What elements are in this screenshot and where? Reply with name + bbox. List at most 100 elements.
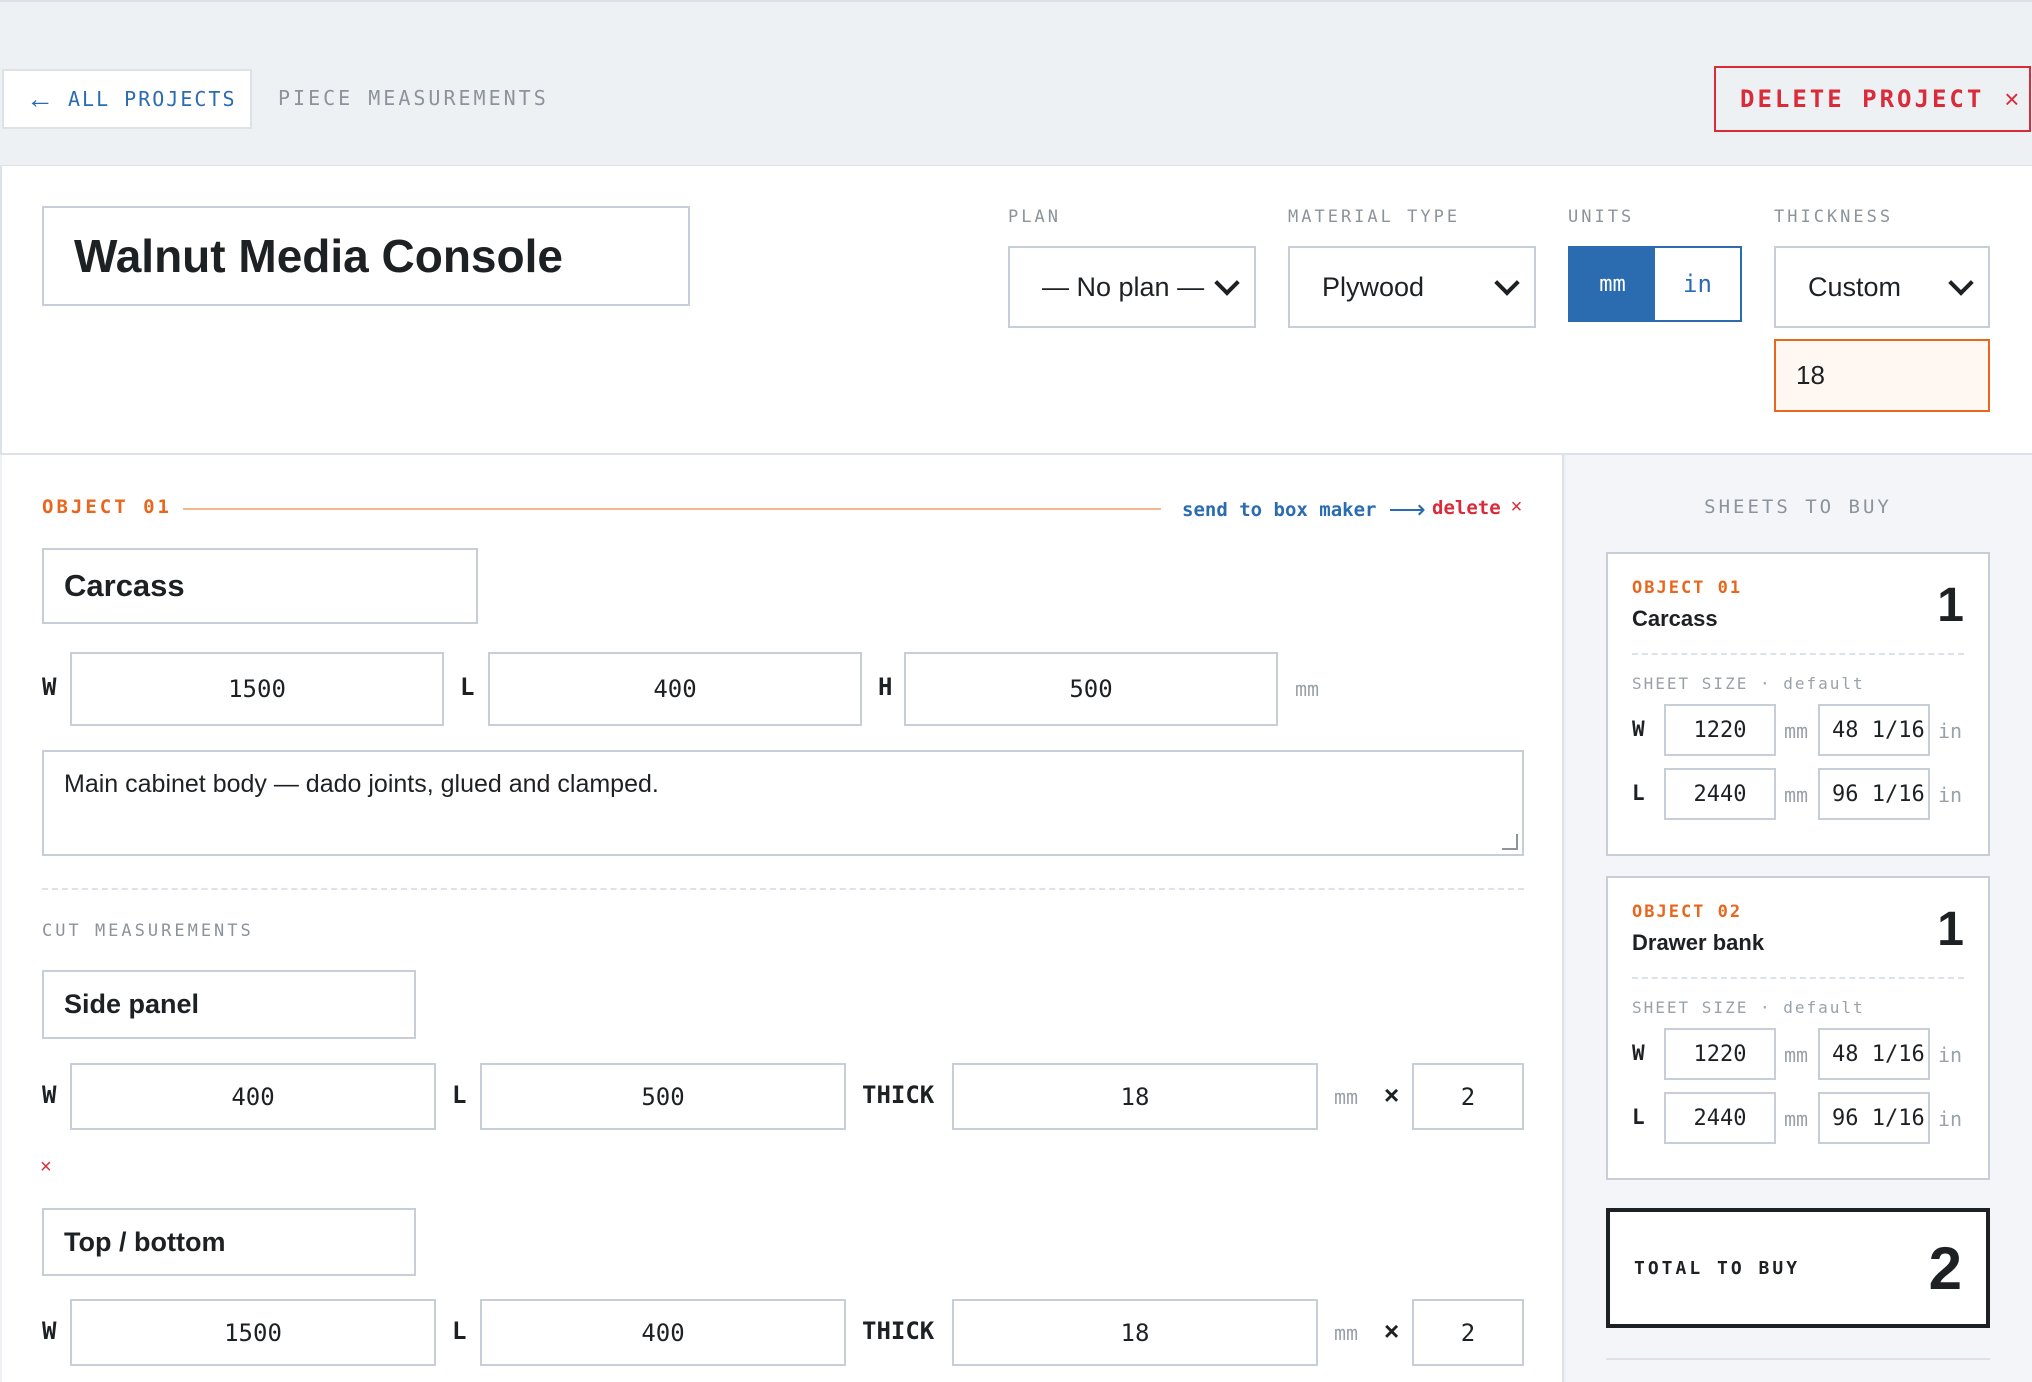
plan-label: PLAN bbox=[1008, 207, 1061, 227]
cut-unit-label: mm bbox=[1334, 1321, 1359, 1345]
object-notes: Main cabinet body — dado joints, glued a… bbox=[64, 770, 659, 798]
delete-project-label: DELETE PROJECT bbox=[1740, 85, 1985, 113]
card-divider bbox=[1632, 977, 1964, 979]
length-label: L bbox=[460, 673, 475, 701]
cut-length-label: L bbox=[452, 1081, 467, 1109]
sheet-width-label: W bbox=[1632, 1041, 1645, 1065]
close-icon: × bbox=[2004, 83, 2020, 114]
delete-object-link[interactable]: delete × bbox=[1432, 496, 1522, 519]
object-name: Carcass bbox=[64, 568, 185, 603]
plan-value: — No plan — bbox=[1042, 271, 1205, 302]
in-label: in bbox=[1938, 783, 1963, 807]
cut-name-input[interactable]: Top / bottom bbox=[42, 1208, 416, 1276]
material-value: Plywood bbox=[1322, 271, 1425, 302]
card-object-name: Carcass bbox=[1632, 606, 1718, 631]
width-label: W bbox=[42, 673, 57, 701]
close-icon: × bbox=[1510, 496, 1523, 518]
arrow-right-icon: ⟶ bbox=[1388, 494, 1426, 524]
sheet-width-in-input[interactable]: 48 1/16 bbox=[1818, 704, 1930, 756]
section-divider bbox=[42, 888, 1524, 890]
thickness-label: THICKNESS bbox=[1774, 207, 1894, 227]
cut-width-label: W bbox=[42, 1317, 57, 1345]
cut-name-input[interactable]: Side panel bbox=[42, 970, 416, 1039]
resize-handle-icon[interactable] bbox=[1502, 834, 1518, 850]
card-object-tag: OBJECT 01 bbox=[1632, 578, 1743, 598]
card-object-tag: OBJECT 02 bbox=[1632, 902, 1743, 922]
send-to-box-maker-link[interactable]: send to box maker ⟶ bbox=[1182, 494, 1426, 525]
sheet-size-label: SHEET SIZE · default bbox=[1632, 998, 1865, 1017]
object-divider bbox=[183, 508, 1161, 510]
height-label: H bbox=[878, 673, 893, 701]
cut-name: Top / bottom bbox=[64, 1226, 226, 1257]
chevron-down-icon bbox=[1948, 270, 1974, 296]
sheet-width-mm-input[interactable]: 1220 bbox=[1664, 704, 1776, 756]
units-option-in[interactable]: in bbox=[1655, 248, 1740, 320]
back-label: ALL PROJECTS bbox=[68, 87, 237, 111]
sidebar-divider bbox=[1606, 1358, 1990, 1360]
times-icon: × bbox=[1384, 1316, 1400, 1346]
remove-cut-button[interactable]: × bbox=[40, 1156, 52, 1179]
cut-thick-input[interactable]: 18 bbox=[952, 1299, 1318, 1366]
back-to-projects-link[interactable]: ← ALL PROJECTS bbox=[2, 69, 252, 129]
mm-label: mm bbox=[1784, 1043, 1809, 1067]
mm-label: mm bbox=[1784, 783, 1809, 807]
sheets-to-buy-title: SHEETS TO BUY bbox=[1704, 496, 1892, 518]
card-sheet-count: 1 bbox=[1937, 903, 1964, 956]
material-select[interactable]: Plywood bbox=[1288, 246, 1536, 328]
custom-thickness-value: 18 bbox=[1796, 360, 1825, 390]
cut-length-label: L bbox=[452, 1317, 467, 1345]
sheet-length-mm-input[interactable]: 2440 bbox=[1664, 1092, 1776, 1144]
material-label: MATERIAL TYPE bbox=[1288, 207, 1461, 227]
chevron-down-icon bbox=[1214, 270, 1240, 296]
cut-length-input[interactable]: 500 bbox=[480, 1063, 846, 1130]
in-label: in bbox=[1938, 1107, 1963, 1131]
chevron-down-icon bbox=[1494, 270, 1520, 296]
units-option-mm[interactable]: mm bbox=[1570, 248, 1655, 320]
object-length-input[interactable]: 400 bbox=[488, 652, 862, 726]
cut-width-label: W bbox=[42, 1081, 57, 1109]
project-name: Walnut Media Console bbox=[74, 230, 563, 282]
in-label: in bbox=[1938, 719, 1963, 743]
sheet-length-mm-input[interactable]: 2440 bbox=[1664, 768, 1776, 820]
mm-label: mm bbox=[1784, 1107, 1809, 1131]
cut-thick-input[interactable]: 18 bbox=[952, 1063, 1318, 1130]
cut-width-input[interactable]: 1500 bbox=[70, 1299, 436, 1366]
cut-unit-label: mm bbox=[1334, 1085, 1359, 1109]
sheet-length-label: L bbox=[1632, 781, 1645, 805]
object-name-input[interactable]: Carcass bbox=[42, 548, 478, 624]
total-value: 2 bbox=[1928, 1234, 1962, 1302]
object-notes-textarea[interactable]: Main cabinet body — dado joints, glued a… bbox=[42, 750, 1524, 856]
card-sheet-count: 1 bbox=[1937, 579, 1964, 632]
cut-length-input[interactable]: 400 bbox=[480, 1299, 846, 1366]
total-to-buy-card: TOTAL TO BUY 2 bbox=[1606, 1208, 1990, 1328]
units-toggle: mm in bbox=[1568, 246, 1742, 322]
cut-thick-label: THICK bbox=[862, 1081, 935, 1109]
project-name-input[interactable]: Walnut Media Console bbox=[42, 206, 690, 306]
unit-label: mm bbox=[1295, 677, 1320, 701]
breadcrumb: PIECE MEASUREMENTS bbox=[278, 86, 549, 110]
sheet-width-in-input[interactable]: 48 1/16 bbox=[1818, 1028, 1930, 1080]
object-height-input[interactable]: 500 bbox=[904, 652, 1278, 726]
cut-quantity-input[interactable]: 2 bbox=[1412, 1063, 1524, 1130]
cut-name: Side panel bbox=[64, 989, 200, 1019]
sheet-width-label: W bbox=[1632, 717, 1645, 741]
card-object-name: Drawer bank bbox=[1632, 930, 1765, 955]
in-label: in bbox=[1938, 1043, 1963, 1067]
sheet-length-in-input[interactable]: 96 1/16 bbox=[1818, 1092, 1930, 1144]
thickness-select[interactable]: Custom bbox=[1774, 246, 1990, 328]
object-tag: OBJECT 01 bbox=[42, 496, 172, 518]
custom-thickness-input[interactable]: 18 bbox=[1774, 339, 1990, 412]
object-width-input[interactable]: 1500 bbox=[70, 652, 444, 726]
card-divider bbox=[1632, 653, 1964, 655]
sheet-length-in-input[interactable]: 96 1/16 bbox=[1818, 768, 1930, 820]
sheet-width-mm-input[interactable]: 1220 bbox=[1664, 1028, 1776, 1080]
delete-project-button[interactable]: DELETE PROJECT × bbox=[1714, 66, 2031, 132]
cut-width-input[interactable]: 400 bbox=[70, 1063, 436, 1130]
delete-label: delete bbox=[1432, 496, 1501, 519]
arrow-left-icon: ← bbox=[26, 83, 54, 114]
total-label: TOTAL TO BUY bbox=[1634, 1257, 1801, 1279]
send-label: send to box maker bbox=[1182, 498, 1377, 521]
cut-thick-label: THICK bbox=[862, 1317, 935, 1345]
plan-select[interactable]: — No plan — bbox=[1008, 246, 1256, 328]
cut-quantity-input[interactable]: 2 bbox=[1412, 1299, 1524, 1366]
